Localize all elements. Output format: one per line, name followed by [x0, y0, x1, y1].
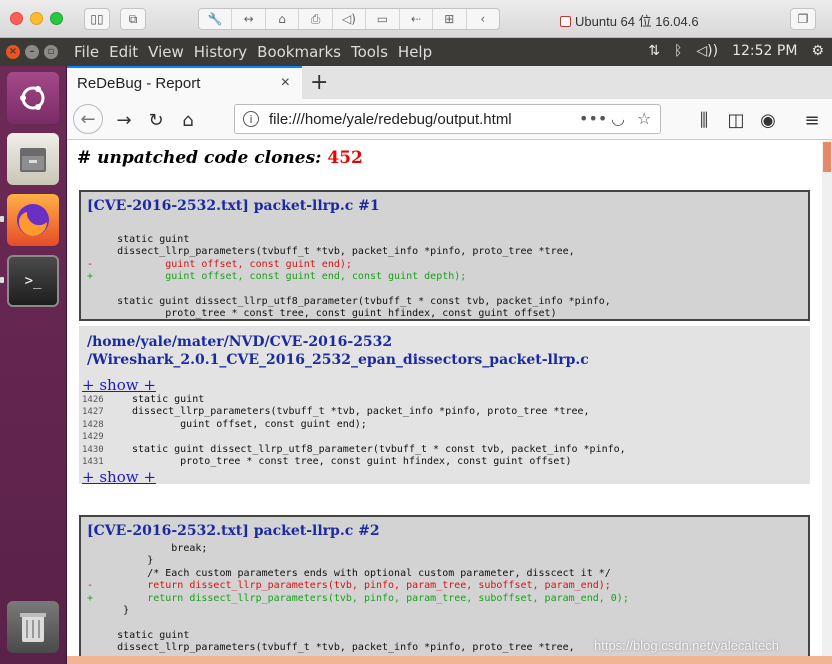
scrollbar-thumb[interactable]: [823, 142, 831, 172]
account-icon[interactable]: ◉: [755, 107, 781, 133]
context-line: static guint: [117, 629, 190, 641]
vm-window-mode-icon[interactable]: ❐: [790, 8, 816, 30]
running-indicator: [0, 277, 4, 283]
clone-count: 452: [327, 148, 363, 168]
vm-window-titlebar: ▯▯ ⧉ 🔧 ↔ ⌂ ⎙ ◁) ▭ ⇠ ⊞ ‹ Ubuntu 64 位 16.0…: [0, 0, 832, 38]
context-line: break;: [171, 543, 208, 554]
network-arrows-icon[interactable]: ⇅: [648, 43, 660, 59]
site-info-icon[interactable]: i: [243, 111, 259, 127]
close-window-button[interactable]: [10, 12, 23, 25]
bottom-border: [67, 656, 832, 664]
page-actions-icon[interactable]: •••: [579, 109, 607, 128]
sidebar-icon[interactable]: ◫: [723, 107, 749, 133]
match-box-1: /home/yale/mater/NVD/CVE-2016-2532 /Wire…: [79, 326, 810, 486]
code-lines: static guint dissect_llrp_parameters(tvb…: [132, 394, 626, 468]
ubuntu-top-panel: × – ▫ File Edit View History Bookmarks T…: [0, 38, 832, 66]
card-title: [CVE-2016-2532.txt] packet-llrp.c #1: [87, 198, 380, 214]
line-numbers: 1426 1427 1428 1429 1430 1431: [82, 395, 104, 468]
menu-edit[interactable]: Edit: [109, 43, 138, 61]
minimize-window-button[interactable]: [30, 12, 43, 25]
removed-line: - guint offset, const guint end);: [87, 258, 352, 270]
sidebar-toggle-icon[interactable]: ▯▯: [84, 8, 110, 30]
context-line: }: [123, 605, 130, 617]
usb-icon[interactable]: ⇠: [400, 9, 434, 29]
minimize-icon[interactable]: –: [25, 45, 39, 59]
chevron-left-icon[interactable]: ‹: [467, 9, 499, 29]
context-line: /* Each custom parameters ends with opti…: [147, 567, 611, 579]
menu-bar: File Edit View History Bookmarks Tools H…: [74, 43, 432, 61]
context-line: static guint dissect_llrp_utf8_parameter…: [117, 296, 611, 308]
match-path: /home/yale/mater/NVD/CVE-2016-2532 /Wire…: [87, 334, 589, 368]
removed-line: - return dissect_llrp_parameters(tvb, pi…: [87, 580, 611, 592]
watermark: https://blog.csdn.net/yalecaltech: [594, 638, 780, 653]
camera-icon[interactable]: ▭: [366, 9, 400, 29]
context-line: static guint: [117, 234, 190, 245]
new-tab-icon[interactable]: +: [310, 70, 328, 95]
clock[interactable]: 12:52 PM: [732, 43, 797, 59]
clone-card-1: [CVE-2016-2532.txt] packet-llrp.c #1 sta…: [79, 190, 810, 321]
vm-icon: [560, 16, 571, 27]
card-title: [CVE-2016-2532.txt] packet-llrp.c #2: [87, 523, 380, 539]
disk-icon[interactable]: ⌂: [266, 9, 300, 29]
tab-strip: ReDeBug - Report × +: [67, 66, 832, 99]
forward-icon[interactable]: →: [111, 107, 137, 133]
navigation-toolbar: ← → ↻ ⌂ i file:///home/yale/redebug/outp…: [67, 99, 832, 140]
added-line: + return dissect_llrp_parameters(tvb, pi…: [87, 592, 629, 604]
settings-wrench-icon[interactable]: 🔧: [199, 9, 233, 29]
bluetooth-icon[interactable]: ᛒ: [674, 43, 682, 59]
matched-code: 1426 1427 1428 1429 1430 1431 static gui…: [79, 394, 810, 468]
close-tab-icon[interactable]: ×: [281, 74, 290, 92]
diff-code: static guint dissect_llrp_parameters(tvb…: [87, 234, 808, 321]
gear-icon[interactable]: ⚙: [811, 43, 824, 59]
show-link-top[interactable]: + show +: [82, 376, 810, 394]
vm-title: Ubuntu 64 位 16.04.6: [560, 11, 699, 30]
page-heading: # unpatched code clones: 452: [77, 148, 363, 168]
volume-icon[interactable]: ◁)): [696, 43, 718, 59]
snapshot-icon[interactable]: ⧉: [120, 8, 146, 30]
page-content: # unpatched code clones: 452 [CVE-2016-2…: [67, 140, 822, 664]
reload-icon[interactable]: ↻: [143, 107, 169, 133]
shared-folder-icon[interactable]: ⊞: [433, 9, 467, 29]
system-tray: ⇅ ᛒ ◁)) 12:52 PM ⚙: [648, 43, 824, 59]
menu-history[interactable]: History: [194, 43, 247, 61]
trash-icon[interactable]: [7, 601, 59, 653]
context-line: dissect_llrp_parameters(tvbuff_t *tvb, p…: [117, 246, 575, 258]
back-icon[interactable]: ←: [73, 104, 103, 134]
library-icon[interactable]: ⫼: [691, 107, 717, 133]
fullscreen-window-button[interactable]: [50, 12, 63, 25]
show-link-bottom[interactable]: + show +: [82, 468, 810, 486]
pocket-icon[interactable]: ◡: [611, 109, 625, 128]
close-icon[interactable]: ×: [6, 45, 20, 59]
tab-redebug-report[interactable]: ReDeBug - Report ×: [67, 66, 302, 99]
ubuntu-launcher: >_: [0, 66, 67, 664]
running-indicator: [0, 216, 4, 222]
menu-file[interactable]: File: [74, 43, 99, 61]
hamburger-menu-icon[interactable]: ≡: [799, 107, 825, 133]
url-bar[interactable]: i file:///home/yale/redebug/output.html …: [234, 104, 661, 134]
url-text[interactable]: file:///home/yale/redebug/output.html: [269, 111, 512, 128]
printer-icon[interactable]: ⎙: [299, 9, 333, 29]
files-icon[interactable]: [7, 133, 59, 185]
bookmark-star-icon[interactable]: ☆: [637, 109, 651, 128]
context-line: }: [147, 555, 154, 567]
network-icon[interactable]: ↔: [232, 9, 266, 29]
tab-title: ReDeBug - Report: [77, 75, 201, 92]
sound-icon[interactable]: ◁): [333, 9, 367, 29]
menu-help[interactable]: Help: [398, 43, 432, 61]
menu-bookmarks[interactable]: Bookmarks: [257, 43, 341, 61]
menu-view[interactable]: View: [148, 43, 184, 61]
context-line: dissect_llrp_parameters(tvbuff_t *tvb, p…: [87, 642, 575, 654]
vm-toolbar: 🔧 ↔ ⌂ ⎙ ◁) ▭ ⇠ ⊞ ‹: [198, 8, 500, 30]
page-scrollbar[interactable]: [822, 140, 832, 664]
context-line: proto_tree * const tree, const guint hfi…: [87, 308, 557, 320]
menu-tools[interactable]: Tools: [351, 43, 388, 61]
maximize-icon[interactable]: ▫: [44, 45, 58, 59]
terminal-icon[interactable]: >_: [7, 255, 59, 307]
ubuntu-dash-icon[interactable]: [7, 72, 59, 124]
firefox-icon[interactable]: [7, 194, 59, 246]
added-line: + guint offset, const guint end, const g…: [87, 271, 467, 283]
home-icon[interactable]: ⌂: [175, 107, 201, 133]
